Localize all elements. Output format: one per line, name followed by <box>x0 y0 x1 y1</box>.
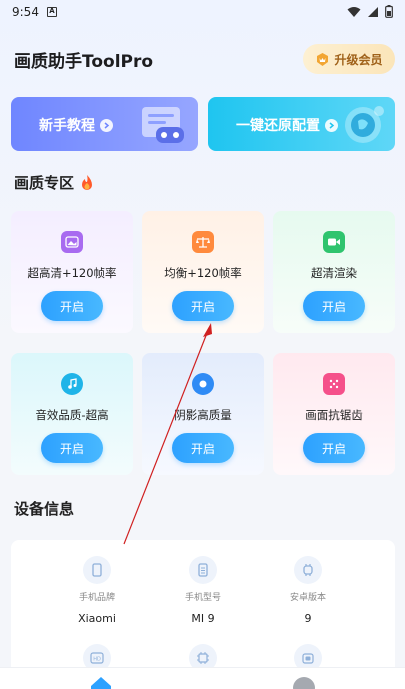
signal-icon <box>368 6 378 17</box>
device-value: 9 <box>304 612 312 625</box>
enable-button[interactable]: 开启 <box>303 433 365 463</box>
gear-icon <box>345 106 384 143</box>
device-caption: 安卓版本 <box>289 593 326 603</box>
quality-card-label: 超清渲染 <box>311 266 357 280</box>
device-value: MI 9 <box>191 612 215 625</box>
enable-button[interactable]: 开启 <box>172 291 234 321</box>
device-android-version: 安卓版本 9 <box>263 556 353 625</box>
tutorial-banner[interactable]: 新手教程 <box>11 97 198 151</box>
quality-card-audio: 音效品质-超高 开启 <box>11 353 133 475</box>
device-caption: 手机型号 <box>184 593 221 603</box>
dice-icon <box>323 373 345 395</box>
quality-section-label: 画质专区 <box>14 174 75 192</box>
quality-card-balanced: 均衡+120帧率 开启 <box>142 211 264 333</box>
image-icon <box>61 231 83 253</box>
quality-section-title: 画质专区 <box>14 172 95 193</box>
quality-card-label: 画面抗锯齿 <box>305 408 363 422</box>
quality-card-label: 阴影高质量 <box>174 408 232 422</box>
tutorial-banner-label-group: 新手教程 <box>39 115 113 135</box>
battery-icon <box>385 5 393 18</box>
fire-icon <box>82 174 93 190</box>
enable-button[interactable]: 开启 <box>303 291 365 321</box>
device-brand: 手机品牌 Xiaomi <box>52 556 142 625</box>
quality-card-antialias: 画面抗锯齿 开启 <box>273 353 395 475</box>
device-section-title: 设备信息 <box>14 500 75 518</box>
chevron-right-icon <box>100 118 113 132</box>
status-icons <box>347 5 393 18</box>
device-caption: 手机品牌 <box>78 593 115 603</box>
quality-card-uhd: 超高清+120帧率 开启 <box>11 211 133 333</box>
quality-card-label: 超高清+120帧率 <box>27 266 117 280</box>
enable-button[interactable]: 开启 <box>41 291 103 321</box>
phone-icon <box>83 556 111 584</box>
status-bar: 9:54 A <box>0 0 405 24</box>
profile-icon[interactable] <box>293 677 315 689</box>
tutorial-banner-label: 新手教程 <box>39 118 95 134</box>
balance-icon <box>192 231 214 253</box>
quality-card-shadow: 阴影高质量 开启 <box>142 353 264 475</box>
crown-icon <box>317 52 329 66</box>
restore-banner-label-group: 一键还原配置 <box>236 115 338 135</box>
device-value: Xiaomi <box>78 612 116 625</box>
home-icon[interactable] <box>90 676 112 689</box>
enable-button[interactable]: 开启 <box>41 433 103 463</box>
wifi-icon <box>347 6 361 17</box>
bottom-navigation <box>0 667 405 689</box>
restore-banner-label: 一键还原配置 <box>236 118 320 134</box>
shadow-icon <box>192 373 214 395</box>
upgrade-vip-button[interactable]: 升级会员 <box>303 44 395 74</box>
app-title: 画质助手ToolPro <box>14 52 154 72</box>
quality-card-label: 音效品质-超高 <box>35 408 109 422</box>
device-model: 手机型号 MI 9 <box>158 556 248 625</box>
notification-icon: A <box>46 7 57 17</box>
enable-button[interactable]: 开启 <box>172 433 234 463</box>
android-icon <box>294 556 322 584</box>
restore-config-banner[interactable]: 一键还原配置 <box>208 97 395 151</box>
tutorial-illustration-icon <box>142 107 184 143</box>
quality-card-label: 均衡+120帧率 <box>164 266 242 280</box>
music-icon <box>61 373 83 395</box>
sim-icon <box>189 556 217 584</box>
quality-card-render: 超清渲染 开启 <box>273 211 395 333</box>
upgrade-label: 升级会员 <box>334 52 383 67</box>
svg-text:HD: HD <box>93 657 101 663</box>
video-icon <box>323 231 345 253</box>
status-time: 9:54 <box>12 5 39 19</box>
